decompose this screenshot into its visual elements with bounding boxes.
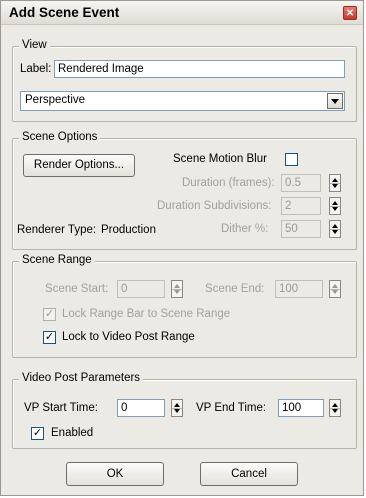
vp-start-label: VP Start Time: bbox=[24, 402, 98, 414]
subdivisions-spinner[interactable] bbox=[329, 197, 341, 215]
enabled-label: Enabled bbox=[51, 427, 94, 439]
scene-options-group: Scene Options Render Options... Scene Mo… bbox=[12, 131, 357, 250]
scene-start-spinner[interactable] bbox=[171, 280, 183, 298]
duration-label: Duration (frames): bbox=[182, 177, 275, 189]
vp-start-input[interactable]: 0 bbox=[117, 399, 165, 417]
dither-label: Dither %: bbox=[221, 223, 269, 235]
viewport-dropdown[interactable]: Perspective bbox=[20, 91, 345, 111]
close-icon[interactable]: ✕ bbox=[343, 6, 357, 20]
vp-end-label: VP End Time: bbox=[196, 402, 267, 414]
scene-start-input[interactable]: 0 bbox=[117, 280, 165, 298]
viewport-selected: Perspective bbox=[25, 94, 86, 106]
dither-input[interactable]: 50 bbox=[281, 220, 321, 238]
lock-video-post-checkbox[interactable]: ✓ bbox=[43, 331, 56, 344]
scene-range-group: Scene Range Scene Start: 0 Scene End: 10… bbox=[12, 254, 357, 358]
view-legend: View bbox=[19, 39, 50, 51]
vp-end-input[interactable]: 100 bbox=[278, 399, 324, 417]
lock-range-bar-label: Lock Range Bar to Scene Range bbox=[62, 308, 231, 320]
scene-range-legend: Scene Range bbox=[19, 254, 95, 266]
renderer-type-label: Renderer Type: bbox=[17, 224, 97, 236]
scene-options-legend: Scene Options bbox=[19, 131, 101, 143]
subdivisions-label: Duration Subdivisions: bbox=[157, 200, 272, 212]
scene-end-label: Scene End: bbox=[205, 283, 265, 295]
vp-end-spinner[interactable] bbox=[329, 399, 341, 417]
lock-video-post-label: Lock to Video Post Range bbox=[62, 331, 195, 343]
video-post-group: Video Post Parameters VP Start Time: 0 V… bbox=[12, 372, 357, 449]
title-bar[interactable]: Add Scene Event ✕ bbox=[1, 1, 363, 25]
scene-start-label: Scene Start: bbox=[45, 283, 109, 295]
lock-range-bar-checkbox[interactable]: ✓ bbox=[43, 308, 56, 321]
vp-start-spinner[interactable] bbox=[171, 399, 183, 417]
render-options-button[interactable]: Render Options... bbox=[23, 154, 135, 177]
scene-end-spinner[interactable] bbox=[329, 280, 341, 298]
motion-blur-checkbox[interactable] bbox=[285, 153, 298, 166]
view-group: View Label: Rendered Image Perspective bbox=[12, 39, 357, 122]
cancel-button[interactable]: Cancel bbox=[200, 462, 298, 486]
video-post-legend: Video Post Parameters bbox=[19, 372, 144, 384]
motion-blur-label: Scene Motion Blur bbox=[173, 153, 267, 165]
renderer-type-value: Production bbox=[101, 224, 156, 236]
duration-input[interactable]: 0.5 bbox=[281, 174, 321, 192]
label-caption: Label: bbox=[20, 63, 52, 75]
label-input[interactable]: Rendered Image bbox=[54, 60, 345, 78]
ok-button[interactable]: OK bbox=[66, 462, 164, 486]
duration-spinner[interactable] bbox=[329, 174, 341, 192]
dialog-title: Add Scene Event bbox=[9, 5, 120, 20]
add-scene-event-dialog: Add Scene Event ✕ View Label: Rendered I… bbox=[0, 0, 364, 496]
enabled-checkbox[interactable]: ✓ bbox=[31, 427, 44, 440]
scene-end-input[interactable]: 100 bbox=[275, 280, 323, 298]
chevron-down-icon[interactable] bbox=[327, 93, 343, 109]
subdivisions-input[interactable]: 2 bbox=[281, 197, 321, 215]
dither-spinner[interactable] bbox=[329, 220, 341, 238]
